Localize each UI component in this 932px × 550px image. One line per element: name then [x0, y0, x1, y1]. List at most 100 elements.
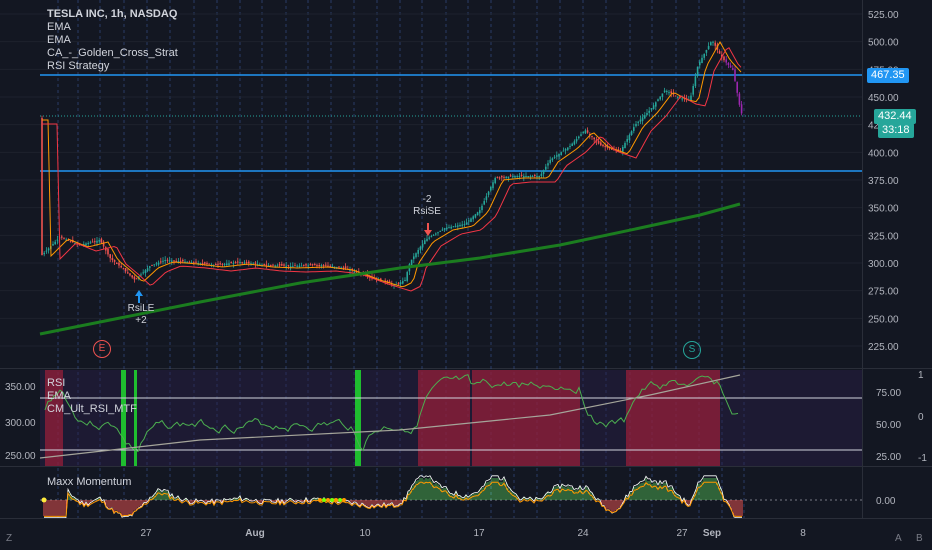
candle-body: [193, 261, 195, 263]
auto-scale-button[interactable]: A: [895, 533, 902, 544]
candle-body: [54, 241, 56, 245]
indicator-rsi-strategy[interactable]: RSI Strategy: [47, 60, 178, 73]
candle-body: [457, 225, 459, 227]
candle-body: [622, 146, 624, 152]
candle-body: [102, 241, 105, 247]
candle-body: [131, 275, 133, 278]
candle-body: [446, 227, 448, 230]
candle-body: [318, 264, 320, 266]
candle-body: [575, 138, 578, 142]
candle-body: [87, 242, 89, 244]
candle-body: [254, 262, 257, 264]
maxx-momentum-label[interactable]: Maxx Momentum: [47, 476, 131, 489]
candle-body: [116, 263, 118, 265]
candle-body: [157, 262, 160, 265]
candle-body: [406, 272, 408, 281]
candle-body: [228, 263, 230, 265]
earnings-event-icon[interactable]: E: [93, 340, 111, 358]
candle-body: [534, 174, 536, 176]
candle-body: [426, 238, 428, 242]
candle-body: [129, 273, 131, 276]
rsi-right-tick: 50.00: [876, 420, 901, 431]
candle-body: [641, 117, 644, 121]
candle-body: [113, 259, 116, 262]
zoom-toggle-icon[interactable]: Z: [6, 533, 12, 544]
candle-body: [274, 265, 276, 267]
candle-body: [424, 240, 426, 245]
candle-body: [582, 131, 584, 133]
time-axis-label: 8: [800, 528, 806, 539]
candle-body: [344, 266, 347, 269]
split-event-icon[interactable]: S: [683, 341, 701, 359]
candle-body: [45, 250, 48, 252]
candle-body: [732, 68, 734, 70]
candle-body: [404, 280, 406, 281]
candle-body: [135, 278, 138, 280]
candle-body: [428, 237, 430, 239]
candle-body: [270, 265, 272, 267]
candle-body: [325, 264, 327, 266]
cm-ult-rsi-label[interactable]: CM_Ult_RSI_MTF: [47, 403, 137, 416]
candle-body: [127, 272, 129, 274]
candle-body: [472, 216, 474, 220]
candle-body: [657, 99, 659, 101]
bar-countdown-tag: 33:18: [878, 123, 914, 138]
indicator-ema-2[interactable]: EMA: [47, 34, 178, 47]
rsi-pane-legend: RSI EMA CM_Ult_RSI_MTF: [47, 377, 137, 416]
candle-body: [309, 264, 312, 266]
short-entry-arrow: [424, 223, 432, 236]
indicator-golden-cross[interactable]: CA_-_Golden_Cross_Strat: [47, 47, 178, 60]
candle-body: [311, 264, 314, 266]
candle-body: [655, 102, 657, 107]
candle-body: [43, 252, 45, 255]
candle-body: [234, 262, 237, 264]
candle-body: [162, 260, 164, 262]
price-axis-tick: 400.00: [868, 148, 899, 159]
candle-body: [725, 59, 727, 63]
candle-body: [531, 176, 534, 177]
chart-canvas[interactable]: 525.00500.00475.00450.00425.00400.00375.…: [0, 0, 932, 550]
candle-body: [628, 135, 631, 141]
rsi-ema-label[interactable]: EMA: [47, 390, 137, 403]
candle-body: [635, 124, 637, 127]
rsi-right-tick: 25.00: [876, 452, 901, 463]
momentum-dot: [338, 498, 342, 502]
candle-body: [465, 222, 468, 225]
candle-body: [322, 265, 325, 267]
rsi-label[interactable]: RSI: [47, 377, 137, 390]
candle-body: [248, 261, 250, 264]
rsi-short-entry-marker[interactable]: -2 RsiSE: [410, 194, 444, 218]
time-axis-label: Sep: [703, 528, 721, 539]
price-axis-tick: 250.00: [868, 314, 899, 325]
candle-body: [562, 150, 565, 152]
price-axis-tick: 375.00: [868, 176, 899, 187]
candle-body: [626, 139, 628, 142]
rsi-long-entry-label: RsiLE: [127, 303, 155, 314]
candle-body: [96, 240, 98, 243]
candle-body: [690, 95, 692, 101]
candle-body: [463, 224, 466, 226]
log-scale-button[interactable]: B: [916, 533, 923, 544]
candle-body: [441, 229, 444, 231]
candle-body: [666, 90, 668, 92]
candle-body: [353, 271, 356, 273]
price-axis-tick: 275.00: [868, 287, 899, 298]
candle-body: [646, 113, 648, 116]
indicator-ema-1[interactable]: EMA: [47, 21, 178, 34]
candle-body: [140, 274, 142, 276]
candle-body: [188, 261, 191, 263]
candle-body: [41, 117, 43, 255]
candle-body: [272, 264, 274, 266]
candle-body: [727, 62, 730, 65]
candle-body: [699, 61, 701, 66]
candle-body: [327, 265, 329, 267]
candle-body: [512, 176, 514, 178]
candle-body: [124, 268, 127, 272]
candle-body: [298, 265, 301, 268]
rsi-long-entry-marker[interactable]: RsiLE +2: [124, 303, 158, 327]
candle-body: [468, 220, 470, 222]
candle-body: [520, 174, 523, 176]
candle-body: [648, 110, 650, 113]
chart-title[interactable]: TESLA INC, 1h, NASDAQ: [47, 8, 178, 21]
candle-body: [91, 241, 94, 243]
